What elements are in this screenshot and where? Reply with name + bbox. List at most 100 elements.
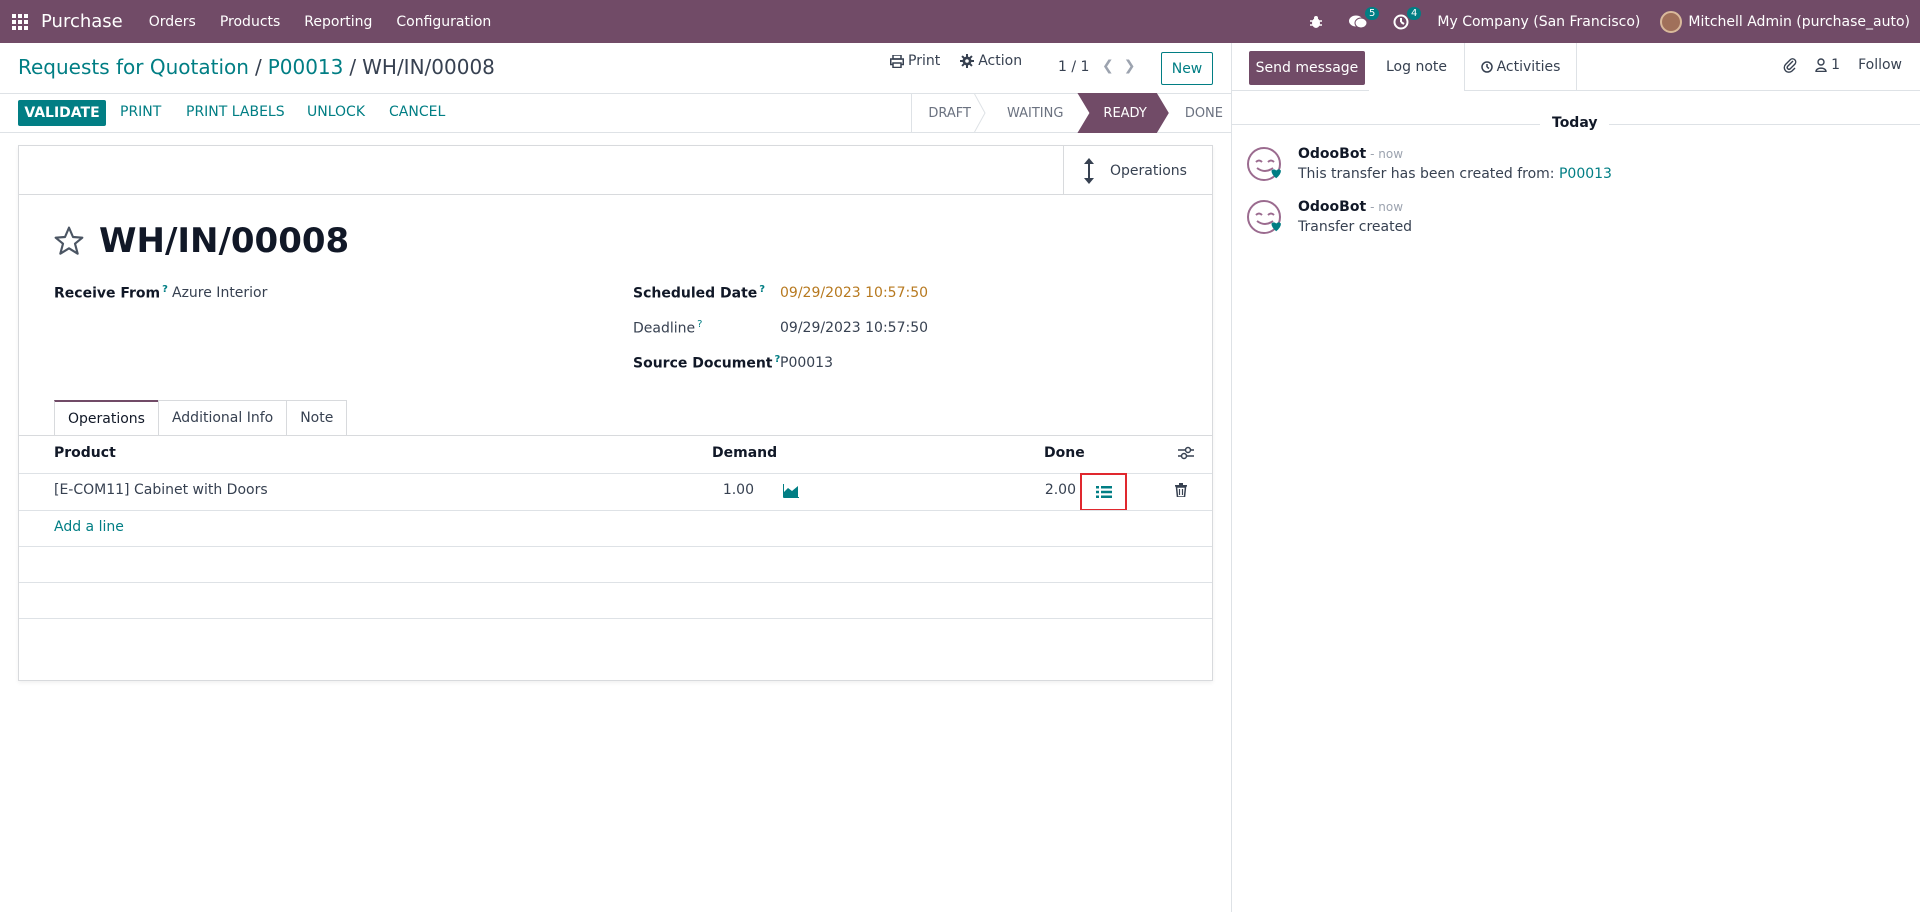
help-tooltip-icon[interactable]: ? [759,284,765,295]
action-menu-button[interactable]: Action [960,53,1022,69]
breadcrumb-rfq[interactable]: Requests for Quotation [18,55,249,79]
odoobot-avatar [1246,199,1286,239]
stage-waiting-label: WAITING [1006,105,1064,121]
stage-ready-active[interactable]: READY [1077,93,1168,133]
pager-value[interactable]: 1 / 1 [1058,59,1089,75]
stage-waiting[interactable]: WAITING [985,93,1077,133]
deadline-label: Deadline? [633,319,702,337]
deadline-field[interactable]: 09/29/2023 10:57:50 [780,320,928,336]
tab-note[interactable]: Note [286,400,348,435]
stage-draft[interactable]: DRAFT [911,93,986,133]
row-divider [19,473,1212,474]
demand-cell[interactable]: 1.00 [704,482,754,498]
messages-icon[interactable]: 5 [1339,6,1380,30]
tab-operations[interactable]: Operations [54,400,159,435]
followers-count: 1 [1831,57,1841,73]
top-navbar: Purchase Orders Products Reporting Confi… [0,0,1920,43]
send-message-button[interactable]: Send message [1249,51,1365,85]
receive-from-field[interactable]: Azure Interior [172,285,267,301]
followers-button[interactable]: 1 [1815,57,1840,73]
record-title: WH/IN/00008 [99,221,350,261]
chatter-panel: Send message Log note Activities 1 Follo… [1231,43,1920,912]
product-cell[interactable]: [E-COM11] Cabinet with Doors [54,482,268,498]
scheduled-date-label-text: Scheduled Date [633,285,758,302]
avatar [1660,10,1683,33]
vertical-arrows-icon [1084,157,1094,184]
pager-arrows: ❮❯ [1102,58,1145,74]
unlock-button[interactable]: UNLOCK [307,104,365,120]
done-cell[interactable]: 2.00 [1019,482,1076,498]
validate-button[interactable]: VALIDATE [18,100,106,126]
menu-orders[interactable]: Orders [137,14,208,30]
trash-icon[interactable] [1175,483,1187,497]
stage-draft-label: DRAFT [928,105,971,121]
chatter-message: OdooBot - now Transfer created [1246,199,1412,239]
message-body: Transfer created [1298,219,1413,235]
breadcrumb-separator: / [254,55,262,79]
messages-badge: 5 [1365,6,1380,20]
paperclip-icon[interactable] [1783,57,1797,73]
message-author[interactable]: OdooBot [1298,146,1366,162]
activities-button[interactable]: Activities [1465,43,1577,91]
user-menu[interactable]: Mitchell Admin (purchase_auto) [1660,10,1910,33]
breadcrumb-current: WH/IN/00008 [362,55,495,79]
apps-menu-icon[interactable] [0,0,40,43]
menu-configuration[interactable]: Configuration [384,14,503,30]
breadcrumb: Requests for Quotation / P00013/WH/IN/0000… [18,55,495,79]
chatter-topbar: Send message Log note Activities 1 Follo… [1232,43,1920,91]
pager-previous-icon[interactable]: ❮ [1102,58,1124,74]
forecast-chart-icon[interactable] [783,484,799,498]
column-header-demand[interactable]: Demand [712,445,777,461]
cancel-button[interactable]: CANCEL [389,104,445,120]
print-label: Print [908,53,941,69]
stage-done[interactable]: DONE [1169,93,1231,133]
source-document-field[interactable]: P00013 [780,355,833,371]
receive-from-label: Receive From? [54,284,168,302]
menu-products[interactable]: Products [208,14,292,30]
column-header-done[interactable]: Done [1044,445,1085,461]
date-separator-label: Today [1540,115,1610,131]
app-brand[interactable]: Purchase [41,11,123,32]
message-record-link[interactable]: P00013 [1559,166,1612,182]
list-icon [1095,486,1112,498]
smart-button-box: Operations [19,146,1212,195]
row-divider [19,546,1212,547]
pager-next-icon[interactable]: ❯ [1124,58,1146,74]
message-author[interactable]: OdooBot [1298,199,1366,215]
message-date: - now [1370,200,1404,214]
print-menu-button[interactable]: Print [890,53,940,69]
activities-label: Activities [1496,59,1561,75]
title-row: WH/IN/00008 [53,221,349,261]
printer-icon [890,54,904,68]
menu-reporting[interactable]: Reporting [292,14,384,30]
add-line-link[interactable]: Add a line [54,519,124,535]
new-button[interactable]: New [1161,52,1213,85]
debug-bug-icon[interactable] [1299,15,1333,29]
stage-pipeline: DRAFT WAITING READY DONE [911,93,1231,133]
company-switcher[interactable]: My Company (San Francisco) [1437,14,1640,30]
source-document-label: Source Document? [633,354,780,372]
form-sheet: Operations WH/IN/00008 Receive From? Azu… [18,145,1213,681]
scheduled-date-field[interactable]: 09/29/2023 10:57:50 [780,285,928,301]
optional-columns-icon[interactable] [1178,446,1194,460]
help-tooltip-icon[interactable]: ? [697,319,702,330]
user-icon [1815,58,1827,72]
print-labels-button[interactable]: PRINT LABELS [186,104,285,120]
gear-icon [960,54,975,68]
action-label: Action [978,53,1023,69]
log-note-button[interactable]: Log note [1369,43,1465,91]
clock-icon [1480,61,1493,73]
favorite-star-icon[interactable] [53,225,85,257]
receive-from-label-text: Receive From [54,285,161,302]
operations-smart-button[interactable]: Operations [1063,146,1212,195]
activities-clock-icon[interactable]: 4 [1383,6,1422,30]
message-body: This transfer has been created from: [1298,166,1555,182]
follow-button[interactable]: Follow [1858,57,1902,73]
source-document-label-text: Source Document [633,355,773,372]
breadcrumb-po[interactable]: P00013 [268,55,344,79]
print-button[interactable]: PRINT [120,104,161,120]
help-tooltip-icon[interactable]: ? [162,284,168,295]
column-header-product[interactable]: Product [54,445,116,461]
tab-additional-info[interactable]: Additional Info [157,400,288,435]
detailed-operations-button[interactable] [1080,473,1127,511]
